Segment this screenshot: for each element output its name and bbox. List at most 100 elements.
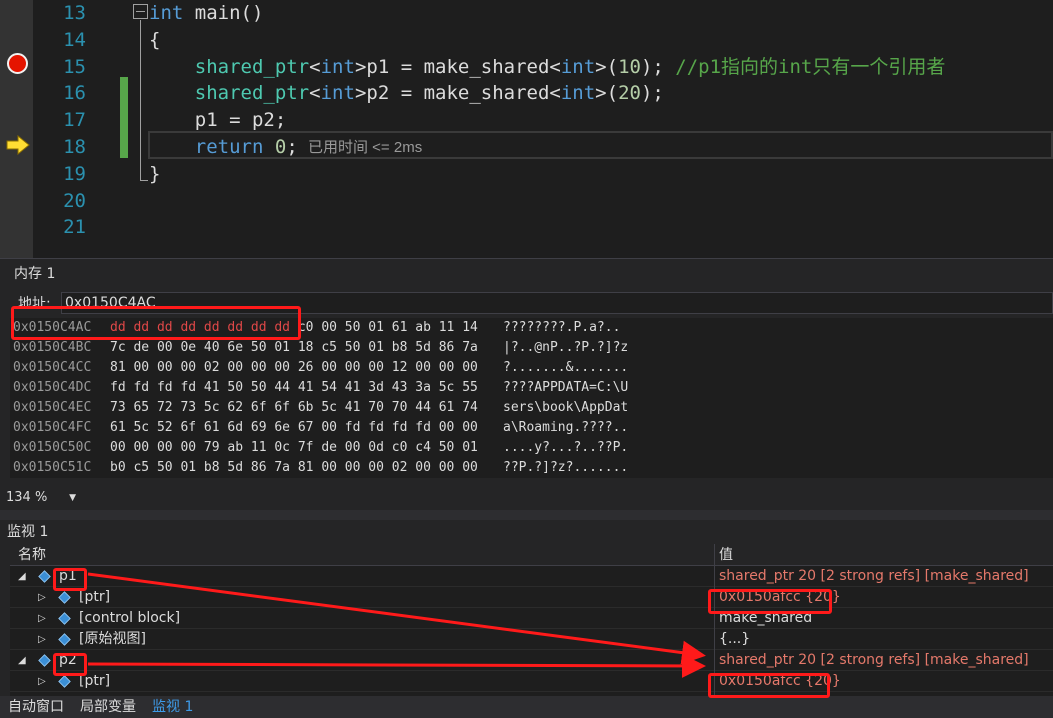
- chevron-down-icon: ▼: [69, 493, 76, 503]
- code-token: >p2 = make_shared<: [354, 82, 561, 105]
- zoom-level: 134 %: [6, 490, 48, 505]
- memory-ascii: ?.......&.......: [503, 360, 629, 375]
- line-number: 15: [63, 55, 86, 78]
- line-number: 14: [63, 28, 86, 51]
- tab-2[interactable]: 监视 1: [148, 696, 197, 718]
- code-text[interactable]: shared_ptr<int>p2 = make_shared<int>(20)…: [149, 80, 664, 107]
- code-text[interactable]: int main(): [149, 0, 263, 27]
- variable-icon: [38, 570, 51, 583]
- collapse-icon[interactable]: ◢: [18, 566, 26, 587]
- memory-hex[interactable]: 81 00 00 00 02 00 00 00 26 00 00 00 12 0…: [110, 358, 478, 378]
- code-token: 0: [274, 136, 287, 158]
- saved-change-mark: [120, 77, 128, 104]
- hex-bytes: 81 00 00 00 02 00 00 00 26 00 00 00 12 0…: [110, 360, 478, 375]
- memory-hex[interactable]: 7c de 00 0e 40 6e 50 01 18 c5 50 01 b8 5…: [110, 338, 478, 358]
- code-text[interactable]: return 0;: [149, 134, 298, 161]
- annotation-box-p2-ptr: [708, 673, 830, 698]
- column-header-name[interactable]: 名称: [18, 544, 46, 566]
- memory-hex[interactable]: fd fd fd fd 41 50 50 44 41 54 41 3d 43 3…: [110, 378, 478, 398]
- code-text[interactable]: shared_ptr<int>p1 = make_shared<int>(10)…: [149, 54, 946, 81]
- code-token: return: [194, 136, 264, 158]
- watch-row[interactable]: ◢ p1 shared_ptr 20 [2 strong refs] [make_s…: [10, 566, 1053, 587]
- memory-hex[interactable]: 61 5c 52 6f 61 6d 69 6e 67 00 fd fd fd f…: [110, 418, 478, 438]
- code-text[interactable]: }: [149, 161, 160, 188]
- code-line[interactable]: 15 shared_ptr<int>p1 = make_shared<int>(…: [0, 54, 1053, 81]
- watch-header: 名称 值: [10, 544, 1053, 566]
- watch-row[interactable]: ▷ [ptr] 0x0150afcc {20}: [10, 587, 1053, 608]
- code-text[interactable]: {: [149, 27, 160, 54]
- breakpoint-icon[interactable]: [7, 53, 28, 74]
- memory-hex[interactable]: 73 65 72 73 5c 62 6f 6f 6b 5c 41 70 70 4…: [110, 398, 478, 418]
- watch-row[interactable]: ▷ [ptr] 0x0150afcc {20}: [10, 671, 1053, 692]
- memory-hex[interactable]: b0 c5 50 01 b8 5d 86 7a 81 00 00 00 02 0…: [110, 458, 478, 478]
- tab-1[interactable]: 局部变量: [76, 696, 140, 718]
- code-token: 20: [618, 82, 641, 105]
- expand-icon[interactable]: ▷: [38, 587, 46, 608]
- code-line[interactable]: 18 return 0; 已用时间 <= 2ms: [0, 134, 1053, 161]
- watch-name[interactable]: [control block]: [79, 608, 180, 629]
- code-token: 10: [618, 55, 641, 78]
- watch-row[interactable]: ▷ [原始视图] {...}: [10, 629, 1053, 650]
- watch-value[interactable]: {...}: [719, 629, 750, 650]
- hex-bytes: 73 65 72 73 5c 62 6f 6f 6b 5c 41 70 70 4…: [110, 400, 478, 415]
- hex-bytes: 7c de 00 0e 40 6e 50 01 18 c5 50 01 b8 5…: [110, 340, 478, 355]
- memory-address: 0x0150C4CC: [13, 360, 92, 375]
- hex-bytes: 00 00 00 00 79 ab 11 0c 7f de 00 0d c0 c…: [110, 440, 478, 455]
- variable-icon: [58, 633, 71, 646]
- panel-splitter[interactable]: [0, 510, 1053, 520]
- line-number: 20: [63, 189, 86, 212]
- code-token: ;: [286, 136, 298, 158]
- watch-row[interactable]: ▷ [control block] make_shared: [10, 608, 1053, 629]
- memory-ascii: a\Roaming.????..: [503, 420, 629, 435]
- variable-icon: [58, 591, 71, 604]
- code-line[interactable]: 20: [0, 188, 1053, 215]
- code-token: );: [640, 55, 676, 78]
- code-line[interactable]: 13 int main(): [0, 0, 1053, 27]
- hex-bytes: fd fd fd fd 41 50 50 44 41 54 41 3d 43 3…: [110, 380, 478, 395]
- annotation-box-p2: [53, 653, 87, 676]
- code-line[interactable]: 19}: [0, 161, 1053, 188]
- tab-0[interactable]: 自动窗口: [4, 696, 68, 718]
- watch-value[interactable]: shared_ptr 20 [2 strong refs] [make_shar…: [719, 566, 1029, 587]
- line-number: 13: [63, 2, 86, 24]
- code-line[interactable]: 17 p1 = p2;: [0, 107, 1053, 134]
- zoom-select[interactable]: 134 % ▼: [2, 488, 78, 508]
- code-token: int: [320, 55, 355, 78]
- code-token: shared_ptr: [194, 55, 310, 78]
- code-token: <: [309, 55, 321, 78]
- line-number: 19: [63, 162, 86, 185]
- code-editor[interactable]: 13 int main() 14{15 shared_ptr<int>p1 = ma…: [0, 0, 1053, 258]
- expand-icon[interactable]: ▷: [38, 671, 46, 692]
- code-text[interactable]: p1 = p2;: [149, 107, 287, 134]
- memory-zoom-bar: 134 % ▼: [0, 488, 1053, 510]
- annotation-box-p1: [53, 568, 87, 591]
- expand-icon[interactable]: ▷: [38, 629, 46, 650]
- code-token: main(): [183, 2, 264, 24]
- code-token: shared_ptr: [194, 82, 310, 105]
- column-header-value[interactable]: 值: [719, 544, 733, 566]
- code-line[interactable]: 21: [0, 214, 1053, 241]
- memory-ascii: |?..@nP..?P.?]?z: [503, 340, 629, 355]
- watch-value[interactable]: shared_ptr 20 [2 strong refs] [make_shar…: [719, 650, 1029, 671]
- perf-tip[interactable]: 已用时间 <= 2ms: [308, 134, 422, 162]
- code-token: >p1 = make_shared<: [354, 55, 561, 78]
- watch-name[interactable]: [原始视图]: [79, 629, 146, 650]
- code-token: }: [149, 162, 161, 185]
- collapse-icon[interactable]: ◢: [18, 650, 26, 671]
- code-line[interactable]: 14 {: [0, 27, 1053, 54]
- expand-icon[interactable]: ▷: [38, 608, 46, 629]
- memory-address: 0x0150C4EC: [13, 400, 92, 415]
- watch-row[interactable]: ◢ p2 shared_ptr 20 [2 strong refs] [make_s…: [10, 650, 1053, 671]
- memory-hex[interactable]: 00 00 00 00 79 ab 11 0c 7f de 00 0d c0 c…: [110, 438, 478, 458]
- code-token: {: [149, 28, 161, 51]
- memory-view[interactable]: 0x0150C4AC dd dd dd dd dd dd dd dd c0 00 …: [10, 318, 1053, 478]
- hex-bytes: c0 00 50 01 61 ab 11 14: [290, 320, 478, 335]
- saved-change-mark: [120, 104, 128, 131]
- memory-window: 内存 1 地址: 0x0150C4AC 0x0150C4AC dd dd dd d…: [0, 258, 1053, 488]
- memory-address: 0x0150C4FC: [13, 420, 92, 435]
- code-line[interactable]: 16 shared_ptr<int>p2 = make_shared<int>(…: [0, 80, 1053, 107]
